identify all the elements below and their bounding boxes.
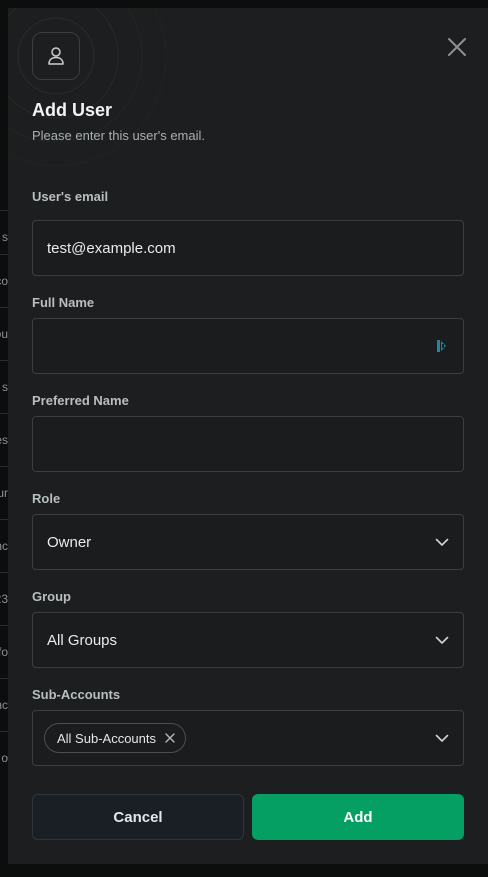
group-value: All Groups [47, 631, 118, 649]
close-icon [448, 38, 466, 56]
full-name-input[interactable] [47, 337, 435, 355]
group-label: Group [32, 589, 71, 604]
role-label: Role [32, 491, 61, 506]
remove-chip-icon[interactable] [165, 733, 175, 743]
email-input[interactable] [47, 239, 449, 257]
email-field[interactable] [32, 220, 464, 276]
chevron-down-icon [435, 633, 449, 647]
preferred-name-label: Preferred Name [32, 393, 129, 408]
add-button[interactable]: Add [252, 794, 464, 840]
chip-label: All Sub-Accounts [57, 730, 156, 746]
group-select[interactable]: All Groups [32, 612, 464, 668]
email-label: User's email [32, 189, 109, 204]
preferred-name-input[interactable] [47, 435, 449, 453]
add-user-modal: Add User Please enter this user's email.… [8, 8, 488, 864]
sub-accounts-select[interactable]: All Sub-Accounts [32, 710, 464, 766]
chevron-down-icon [435, 535, 449, 549]
role-value: Owner [47, 533, 92, 551]
close-button[interactable] [444, 34, 470, 60]
full-name-field[interactable] [32, 318, 464, 374]
modal-subtitle: Please enter this user's email. [32, 128, 206, 143]
preferred-name-field[interactable] [32, 416, 464, 472]
sub-accounts-label: Sub-Accounts [32, 687, 121, 702]
sub-account-chip: All Sub-Accounts [44, 723, 186, 753]
cancel-button[interactable]: Cancel [32, 794, 244, 840]
role-select[interactable]: Owner [32, 514, 464, 570]
chevron-down-icon [435, 731, 449, 745]
password-manager-icon[interactable] [435, 338, 449, 354]
modal-title: Add User [32, 100, 113, 120]
user-icon-box [32, 32, 80, 80]
user-icon [48, 47, 64, 65]
full-name-label: Full Name [32, 295, 95, 310]
